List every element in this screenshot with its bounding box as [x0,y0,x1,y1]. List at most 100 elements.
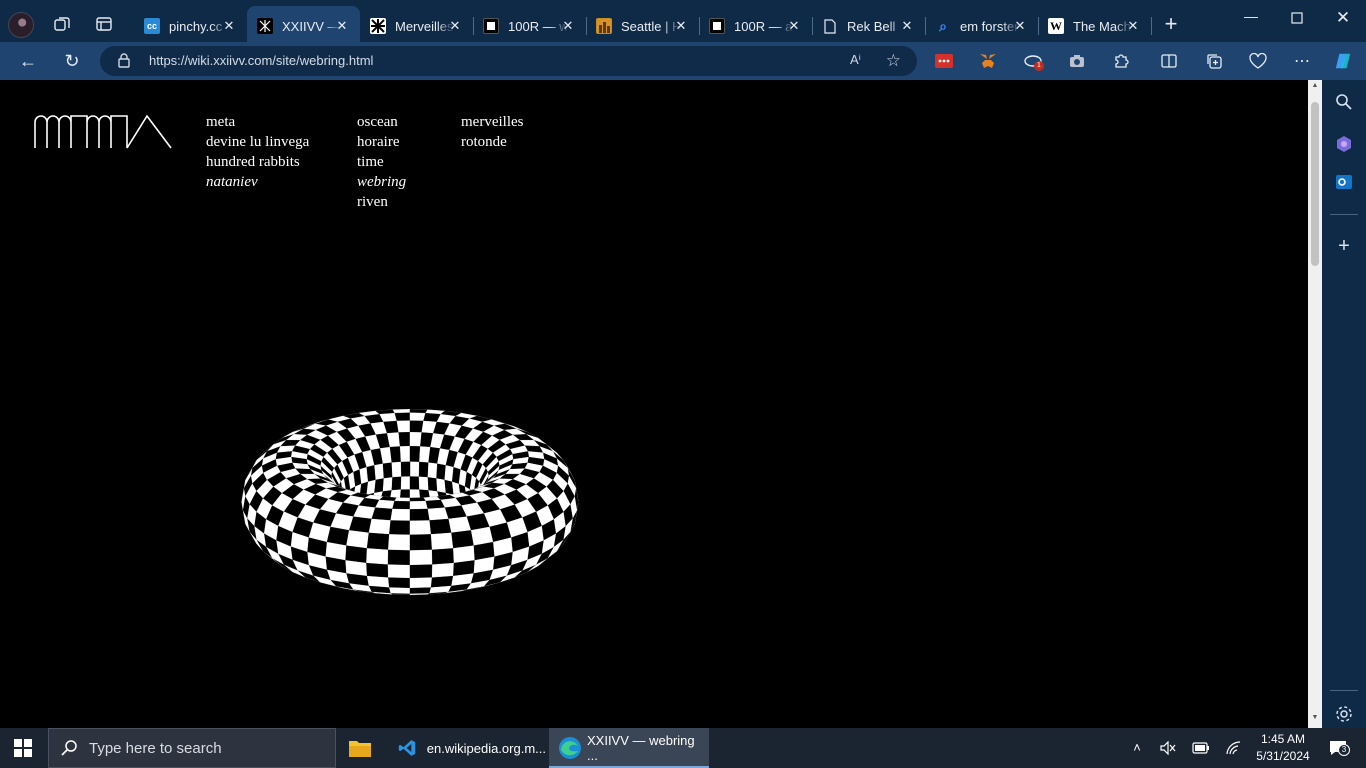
extension-with-badge-icon[interactable]: 1 [1024,52,1044,71]
clock-date: 5/31/2024 [1256,749,1310,763]
notification-center-icon[interactable]: 3 [1324,738,1352,758]
copilot-icon[interactable] [1334,52,1352,70]
outlook-icon[interactable] [1334,172,1354,192]
taskbar-app-vscode[interactable]: en.wikipedia.org.m... [392,728,546,768]
collections-icon[interactable] [1205,52,1223,70]
screenshot-icon[interactable] [1068,52,1086,70]
torus-tile [409,564,433,579]
folder-icon [349,741,371,757]
browser-tab[interactable]: 100R — w ✕ [473,6,587,46]
torus-tile [409,409,428,414]
seattle-favicon-icon [596,18,612,34]
nav-link-devine-lu-linvega[interactable]: devine lu linvega [206,132,309,152]
browser-tab[interactable]: 100R — a ✕ [699,6,813,46]
scroll-down-arrow[interactable]: ▼ [1311,714,1319,721]
close-tab-icon[interactable]: ✕ [334,18,350,34]
nav-column-1: meta devine lu linvega hundred rabbits nata… [206,112,309,192]
workspaces-icon[interactable] [52,14,72,34]
page-scrollbar[interactable]: ▲ ▼ [1308,80,1322,728]
torus-tile [392,409,411,414]
back-button[interactable]: ← [18,51,38,71]
xxiivv-favicon-icon [257,18,273,34]
metamask-extension-icon[interactable] [979,52,997,70]
file-explorer-button[interactable] [348,728,378,768]
torus-tile [430,532,454,550]
search-icon[interactable] [1334,92,1354,112]
system-clock[interactable]: 1:45 AM 5/31/2024 [1252,731,1314,765]
torus-tile [409,497,426,502]
search-placeholder: Type here to search [89,740,222,757]
browser-tab[interactable]: ⌕ em forster ✕ [925,6,1039,46]
close-tab-icon[interactable]: ✕ [1012,18,1028,34]
show-hidden-icons-chevron-icon[interactable]: ˄ [1127,738,1147,758]
nav-link-meta[interactable]: meta [206,112,309,132]
close-tab-icon[interactable]: ✕ [560,18,576,34]
browser-tab[interactable]: Rek Bell ✕ [812,6,926,46]
refresh-button[interactable]: ↻ [62,51,82,71]
torus-tile [371,507,393,521]
extension-badge: 1 [1034,61,1044,71]
minimize-button[interactable]: — [1241,8,1261,28]
add-sidebar-app-icon[interactable]: + [1334,235,1354,257]
read-aloud-icon[interactable]: Aⁱ [850,52,861,68]
split-screen-icon[interactable] [1160,52,1178,70]
maximize-button[interactable] [1287,8,1307,28]
torus-tile [450,530,474,549]
close-tab-icon[interactable]: ✕ [447,18,463,34]
wifi-icon[interactable] [1224,738,1244,758]
nav-link-webring[interactable]: webring [357,172,406,192]
profile-avatar[interactable] [8,12,34,38]
xxiivv-logo[interactable] [34,114,174,150]
browser-essentials-icon[interactable] [1249,52,1267,70]
tab-title: 100R — a [734,18,793,34]
nav-link-time[interactable]: time [357,152,406,172]
taskbar-search-box[interactable]: Type here to search [48,728,336,768]
scroll-up-arrow[interactable]: ▲ [1311,82,1319,89]
password-extension-icon[interactable] [935,52,953,70]
nav-link-nataniev[interactable]: nataniev [206,172,309,192]
clock-time: 1:45 AM [1260,732,1306,746]
extensions-puzzle-icon[interactable] [1112,52,1130,70]
torus-tile [409,431,422,447]
new-tab-button[interactable]: + [1160,13,1182,36]
close-tab-icon[interactable]: ✕ [786,18,802,34]
scrollbar-thumb[interactable] [1311,102,1319,266]
address-bar[interactable]: https://wiki.xxiivv.com/site/webring.htm… [100,46,917,76]
browser-tab[interactable]: Seattle | H ✕ [586,6,700,46]
browser-tab[interactable]: cc pinchy.cc ✕ [134,6,247,46]
lock-icon[interactable] [118,53,130,73]
nav-link-horaire[interactable]: horaire [357,132,406,152]
torus-tile [373,463,384,480]
vscode-icon [398,740,416,756]
battery-icon[interactable] [1191,738,1211,758]
favorite-star-icon[interactable]: ☆ [886,51,901,71]
more-menu-icon[interactable]: ⋯ [1293,52,1311,70]
torus-tile [394,497,411,502]
close-tab-icon[interactable]: ✕ [1125,18,1141,34]
100r-favicon-icon [709,18,725,34]
copilot-sidebar-icon[interactable] [1334,134,1354,154]
url-text[interactable]: https://wiki.xxiivv.com/site/webring.htm… [149,53,373,68]
browser-tab[interactable]: Merveilles ✕ [360,6,474,46]
volume-muted-icon[interactable] [1158,738,1178,758]
nav-link-merveilles[interactable]: merveilles [461,112,523,132]
torus-tile [409,520,431,536]
torus-tile [429,518,452,535]
browser-tab[interactable]: XXIIVV — webring✕ [247,6,360,46]
torus-tile [409,577,432,588]
sidebar-settings-gear-icon[interactable] [1334,704,1354,724]
close-tab-icon[interactable]: ✕ [899,18,915,34]
tab-actions-icon[interactable] [94,14,114,34]
close-window-button[interactable]: ✕ [1333,8,1353,28]
taskbar-app-edge[interactable]: XXIIVV — webring ... [549,728,709,768]
close-tab-icon[interactable]: ✕ [673,18,689,34]
browser-tab[interactable]: W The Mach ✕ [1038,6,1152,46]
torus-tile [427,507,449,521]
nav-link-hundred-rabbits[interactable]: hundred rabbits [206,152,309,172]
tab-title: em forster [960,18,1019,34]
nav-link-rotonde[interactable]: rotonde [461,132,523,152]
nav-link-oscean[interactable]: oscean [357,112,406,132]
close-tab-icon[interactable]: ✕ [221,18,237,34]
nav-link-riven[interactable]: riven [357,192,406,212]
windows-start-icon[interactable] [14,739,32,762]
